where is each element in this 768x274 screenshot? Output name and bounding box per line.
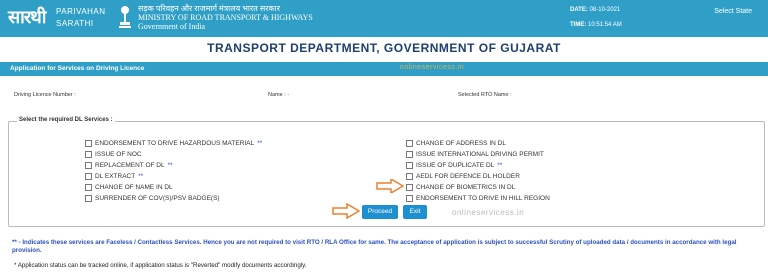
ministry-name: सड़क परिवहन और राजमार्ग मंत्रालय भारत सर… [138, 4, 313, 31]
service-checkbox[interactable] [85, 184, 92, 191]
department-title: TRANSPORT DEPARTMENT, GOVERNMENT OF GUJA… [207, 41, 561, 55]
service-checkbox[interactable] [406, 140, 413, 147]
service-checkbox[interactable] [406, 173, 413, 180]
service-label: CHANGE OF ADDRESS IN DL [416, 140, 506, 148]
faceless-star: ** [167, 162, 173, 170]
service-checkbox[interactable] [85, 151, 92, 158]
faceless-note: ** - Indicates these services are Facele… [12, 239, 737, 254]
dl-number-label: Driving Licence Number : [14, 92, 76, 98]
service-checkbox[interactable] [406, 151, 413, 158]
watermark-text: onlineservicess.in [400, 64, 465, 71]
proceed-button[interactable]: Proceed [362, 205, 398, 219]
service-label: ISSUE INTERNATIONAL DRIVING PERMIT [416, 151, 544, 159]
service-checkbox[interactable] [85, 140, 92, 147]
service-label: CHANGE OF BIOMETRICS IN DL [416, 184, 516, 192]
service-label: SURRENDER OF COV(S)/PSV BADGE(S) [95, 195, 220, 203]
service-label: ISSUE OF NOC [95, 151, 142, 159]
faceless-star: ** [257, 140, 263, 148]
orange-arrow-icon [376, 179, 404, 193]
faceless-star: ** [138, 173, 144, 181]
header-bar: सारथी PARIVAHAN SARATHI सड़क परिवहन और र… [0, 0, 768, 37]
service-checkbox[interactable] [85, 173, 92, 180]
service-option[interactable]: CHANGE OF BIOMETRICS IN DL [406, 184, 515, 191]
service-option[interactable]: DL EXTRACT ** [85, 173, 143, 180]
service-label: REPLACEMENT OF DL [95, 162, 165, 170]
select-state-link[interactable]: Select State [714, 8, 752, 15]
sarathi-logo[interactable]: सारथी PARIVAHAN SARATHI [8, 2, 126, 35]
service-label: AEDL FOR DEFENCE DL HOLDER [416, 173, 520, 181]
service-checkbox[interactable] [85, 162, 92, 169]
service-option[interactable]: SURRENDER OF COV(S)/PSV BADGE(S) [85, 195, 220, 202]
rto-name-label: Selected RTO Name : [458, 92, 512, 98]
service-option[interactable]: ISSUE OF NOC [85, 151, 142, 158]
name-label: Name : - [268, 92, 290, 98]
status-note: * Application status can be tracked onli… [14, 262, 307, 269]
services-legend: Select the required DL Services : [17, 117, 115, 123]
date-display: DATE: 08-10-2021 [570, 7, 621, 13]
watermark-text: onlineservicess.in [452, 208, 525, 217]
service-option[interactable]: AEDL FOR DEFENCE DL HOLDER [406, 173, 520, 180]
orange-arrow-icon [332, 203, 360, 219]
service-label: CHANGE OF NAME IN DL [95, 184, 173, 192]
service-checkbox[interactable] [406, 195, 413, 202]
service-label: ENDORSEMENT TO DRIVE IN HILL REGION [416, 195, 550, 203]
service-label: ENDORSEMENT TO DRIVE HAZARDOUS MATERIAL [95, 140, 255, 148]
service-label: ISSUE OF DUPLICATE DL [416, 162, 495, 170]
logo-text: PARIVAHAN SARATHI [56, 7, 106, 28]
service-label: DL EXTRACT [95, 173, 136, 181]
logo-hindi: सारथी [8, 7, 46, 28]
service-option[interactable]: ISSUE OF DUPLICATE DL ** [406, 162, 502, 169]
service-checkbox[interactable] [406, 184, 413, 191]
emblem-icon [119, 6, 131, 28]
exit-button[interactable]: Exit [403, 205, 427, 219]
service-option[interactable]: ENDORSEMENT TO DRIVE IN HILL REGION [406, 195, 550, 202]
service-checkbox[interactable] [85, 195, 92, 202]
service-option[interactable]: CHANGE OF ADDRESS IN DL [406, 140, 506, 147]
section-title: Application for Services on Driving Lice… [10, 65, 145, 72]
service-option[interactable]: ISSUE INTERNATIONAL DRIVING PERMIT [406, 151, 544, 158]
time-display: TIME: 10:51:54 AM [570, 22, 622, 28]
service-option[interactable]: REPLACEMENT OF DL ** [85, 162, 173, 169]
service-option[interactable]: ENDORSEMENT TO DRIVE HAZARDOUS MATERIAL *… [85, 140, 262, 147]
service-checkbox[interactable] [406, 162, 413, 169]
service-option[interactable]: CHANGE OF NAME IN DL [85, 184, 173, 191]
faceless-star: ** [497, 162, 503, 170]
section-bar: Application for Services on Driving Lice… [0, 62, 768, 76]
